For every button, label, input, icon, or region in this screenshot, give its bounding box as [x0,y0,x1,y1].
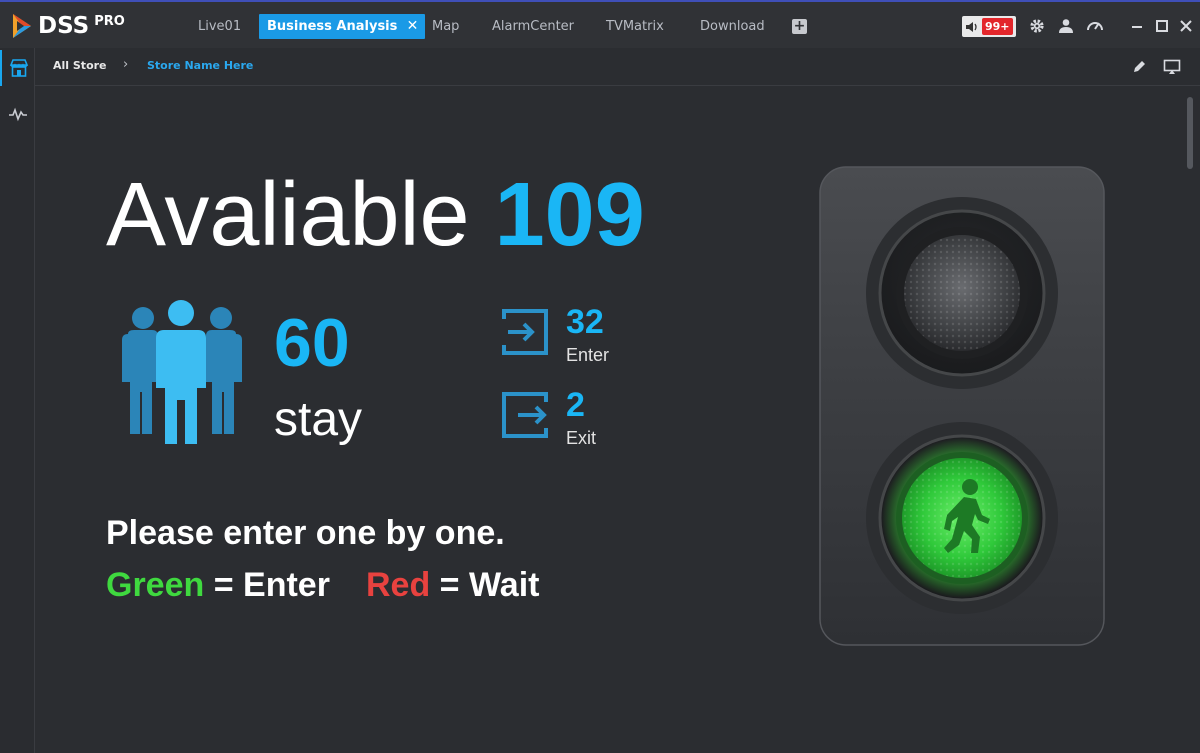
enter-count: 32 [566,303,604,341]
tab-download[interactable]: Download [700,14,765,39]
tab-live01[interactable]: Live01 [198,14,241,39]
breadcrumb-separator: › [123,57,129,72]
tab-map[interactable]: Map [432,14,459,39]
rail-item-analytics[interactable] [0,96,35,132]
user-icon[interactable] [1057,17,1075,35]
legend-green: Green = Enter [106,566,330,605]
add-tab-button[interactable]: + [792,19,807,34]
legend-red-meaning: = Wait [430,566,540,604]
legend-red-word: Red [366,566,431,604]
enter-label: Enter [566,345,610,365]
cast-screen-icon[interactable] [1163,58,1181,76]
breadcrumb-current[interactable]: Store Name Here [147,59,253,72]
gear-icon[interactable] [1028,17,1046,35]
tab-business-analysis[interactable]: Business Analysis ✕ [259,14,426,39]
alarm-notification-button[interactable]: 99+ [962,16,1016,37]
tab-label: Business Analysis [267,19,398,34]
legend-red: Red = Wait [366,566,540,605]
dss-logo-icon [13,14,31,38]
red-light-off [866,197,1058,389]
legend-green-meaning: = Enter [204,566,330,604]
breadcrumb-root[interactable]: All Store [53,59,107,72]
tab-label: Download [700,19,765,34]
tab-label: TVMatrix [606,19,664,34]
pedestrian-traffic-signal [819,166,1105,646]
available-label: Avaliable [106,165,470,265]
tab-tvmatrix[interactable]: TVMatrix [606,14,664,39]
exit-icon [502,392,548,438]
tab-label: AlarmCenter [492,19,575,34]
title-bar: DSS PRO Live01 Business Analysis ✕ Map A… [0,0,1200,48]
rail-item-store[interactable] [0,50,35,86]
exit-label: Exit [566,428,597,448]
available-count: 109 [494,165,645,265]
logo-suffix: PRO [94,14,125,29]
tab-close-icon[interactable]: ✕ [407,14,419,39]
pulse-icon [8,107,27,122]
store-icon [9,59,28,77]
maximize-icon[interactable] [1153,17,1171,35]
speedometer-icon[interactable] [1086,17,1104,35]
stay-count: 60 [274,305,350,381]
minimize-icon[interactable] [1128,17,1146,35]
tab-alarmcenter[interactable]: AlarmCenter [492,14,574,39]
alarm-count-badge: 99+ [982,18,1013,35]
left-rail [0,48,35,753]
exit-count: 2 [566,386,585,424]
entry-instruction: Please enter one by one. [106,514,505,552]
stay-label: stay [274,393,363,446]
logo-text: DSS [38,13,90,39]
people-group-icon [122,300,242,444]
green-light-on [866,422,1058,614]
breadcrumb: All Store › Store Name Here [35,48,1200,86]
app-logo: DSS PRO [10,10,150,42]
available-heading: Avaliable 109 [106,160,645,270]
close-icon[interactable] [1177,17,1195,35]
tab-label: Live01 [198,19,242,34]
speaker-icon [962,16,982,37]
tab-label: Map [432,19,460,34]
enter-icon [502,309,548,355]
edit-icon[interactable] [1130,58,1148,76]
legend-green-word: Green [106,566,205,604]
vertical-scrollbar[interactable] [1187,97,1193,169]
